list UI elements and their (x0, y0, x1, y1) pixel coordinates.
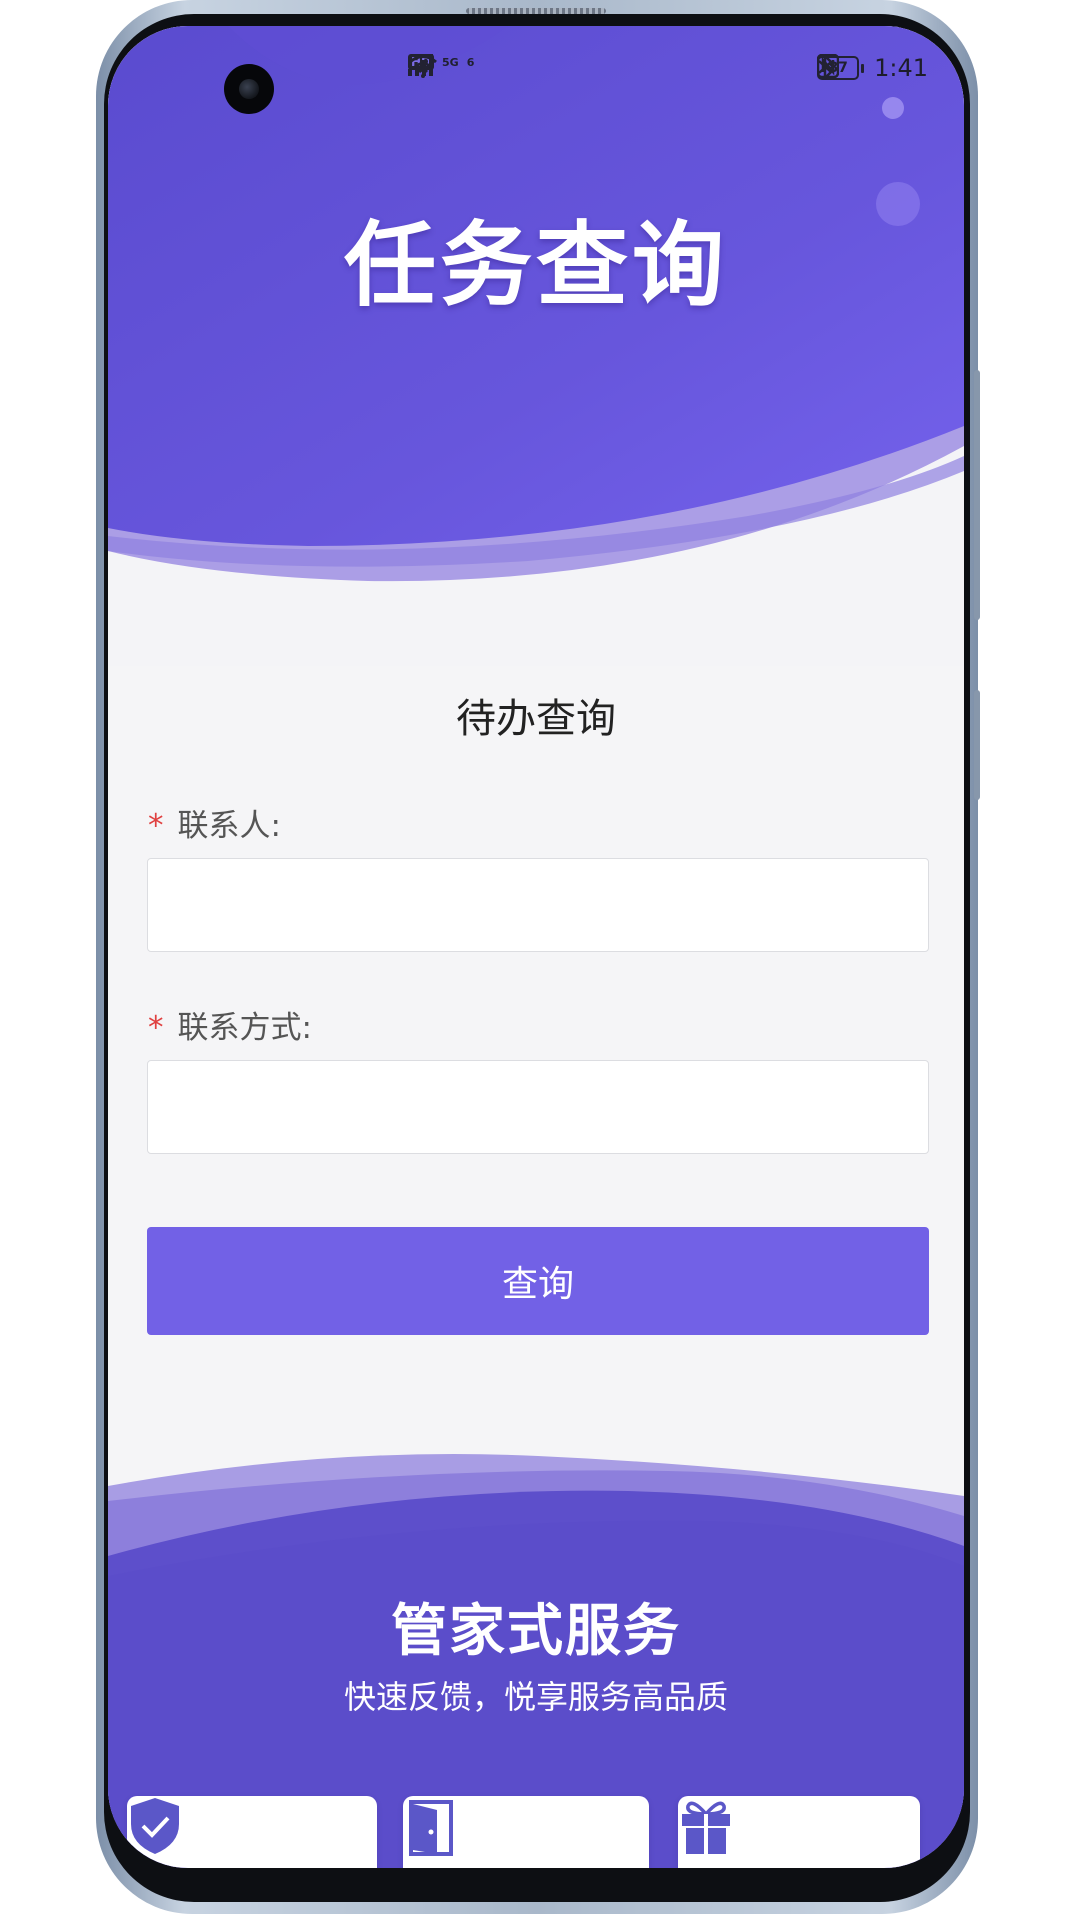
wifi-label: 6 (466, 55, 475, 69)
phone-label-text: 联系方式: (177, 1010, 312, 1046)
contact-input[interactable] (147, 858, 929, 952)
status-bar: HD 5G 6 87 1:41 (108, 48, 964, 88)
signal-icon: 5G (408, 54, 459, 76)
service-card[interactable] (678, 1796, 920, 1868)
service-subtitle: 快速反馈，悦享服务高品质 (343, 1678, 728, 1716)
service-title: 管家式服务 (391, 1599, 681, 1664)
app-screen: HD 5G 6 87 1:41 任务查询 待办查询 * 联系人: * 联系方式:… (108, 26, 964, 1868)
page-title: 任务查询 (343, 211, 728, 319)
required-mark: * (148, 1010, 164, 1046)
contact-label: * 联系人: (148, 800, 281, 845)
power-button (974, 690, 980, 800)
service-card[interactable] (127, 1796, 377, 1868)
shield-check-icon (131, 1798, 179, 1854)
header-banner: HD 5G 6 87 1:41 任务查询 (108, 26, 964, 666)
phone-label: * 联系方式: (148, 1002, 312, 1047)
service-footer: 管家式服务 快速反馈，悦享服务高品质 (108, 1446, 964, 1868)
phone-input[interactable] (147, 1060, 929, 1154)
form-title: 待办查询 (456, 696, 616, 742)
door-icon (409, 1800, 453, 1856)
network-label: 5G (442, 55, 459, 69)
bluetooth-icon (818, 54, 833, 80)
service-card[interactable] (403, 1796, 649, 1868)
required-mark: * (148, 808, 164, 844)
query-button[interactable]: 查询 (147, 1227, 929, 1335)
wifi-icon: 6 (409, 55, 475, 78)
volume-button (974, 370, 980, 620)
contact-label-text: 联系人: (177, 808, 281, 844)
gift-icon (682, 1801, 730, 1854)
header-wave-background (108, 26, 964, 666)
status-time: 1:41 (874, 54, 928, 82)
